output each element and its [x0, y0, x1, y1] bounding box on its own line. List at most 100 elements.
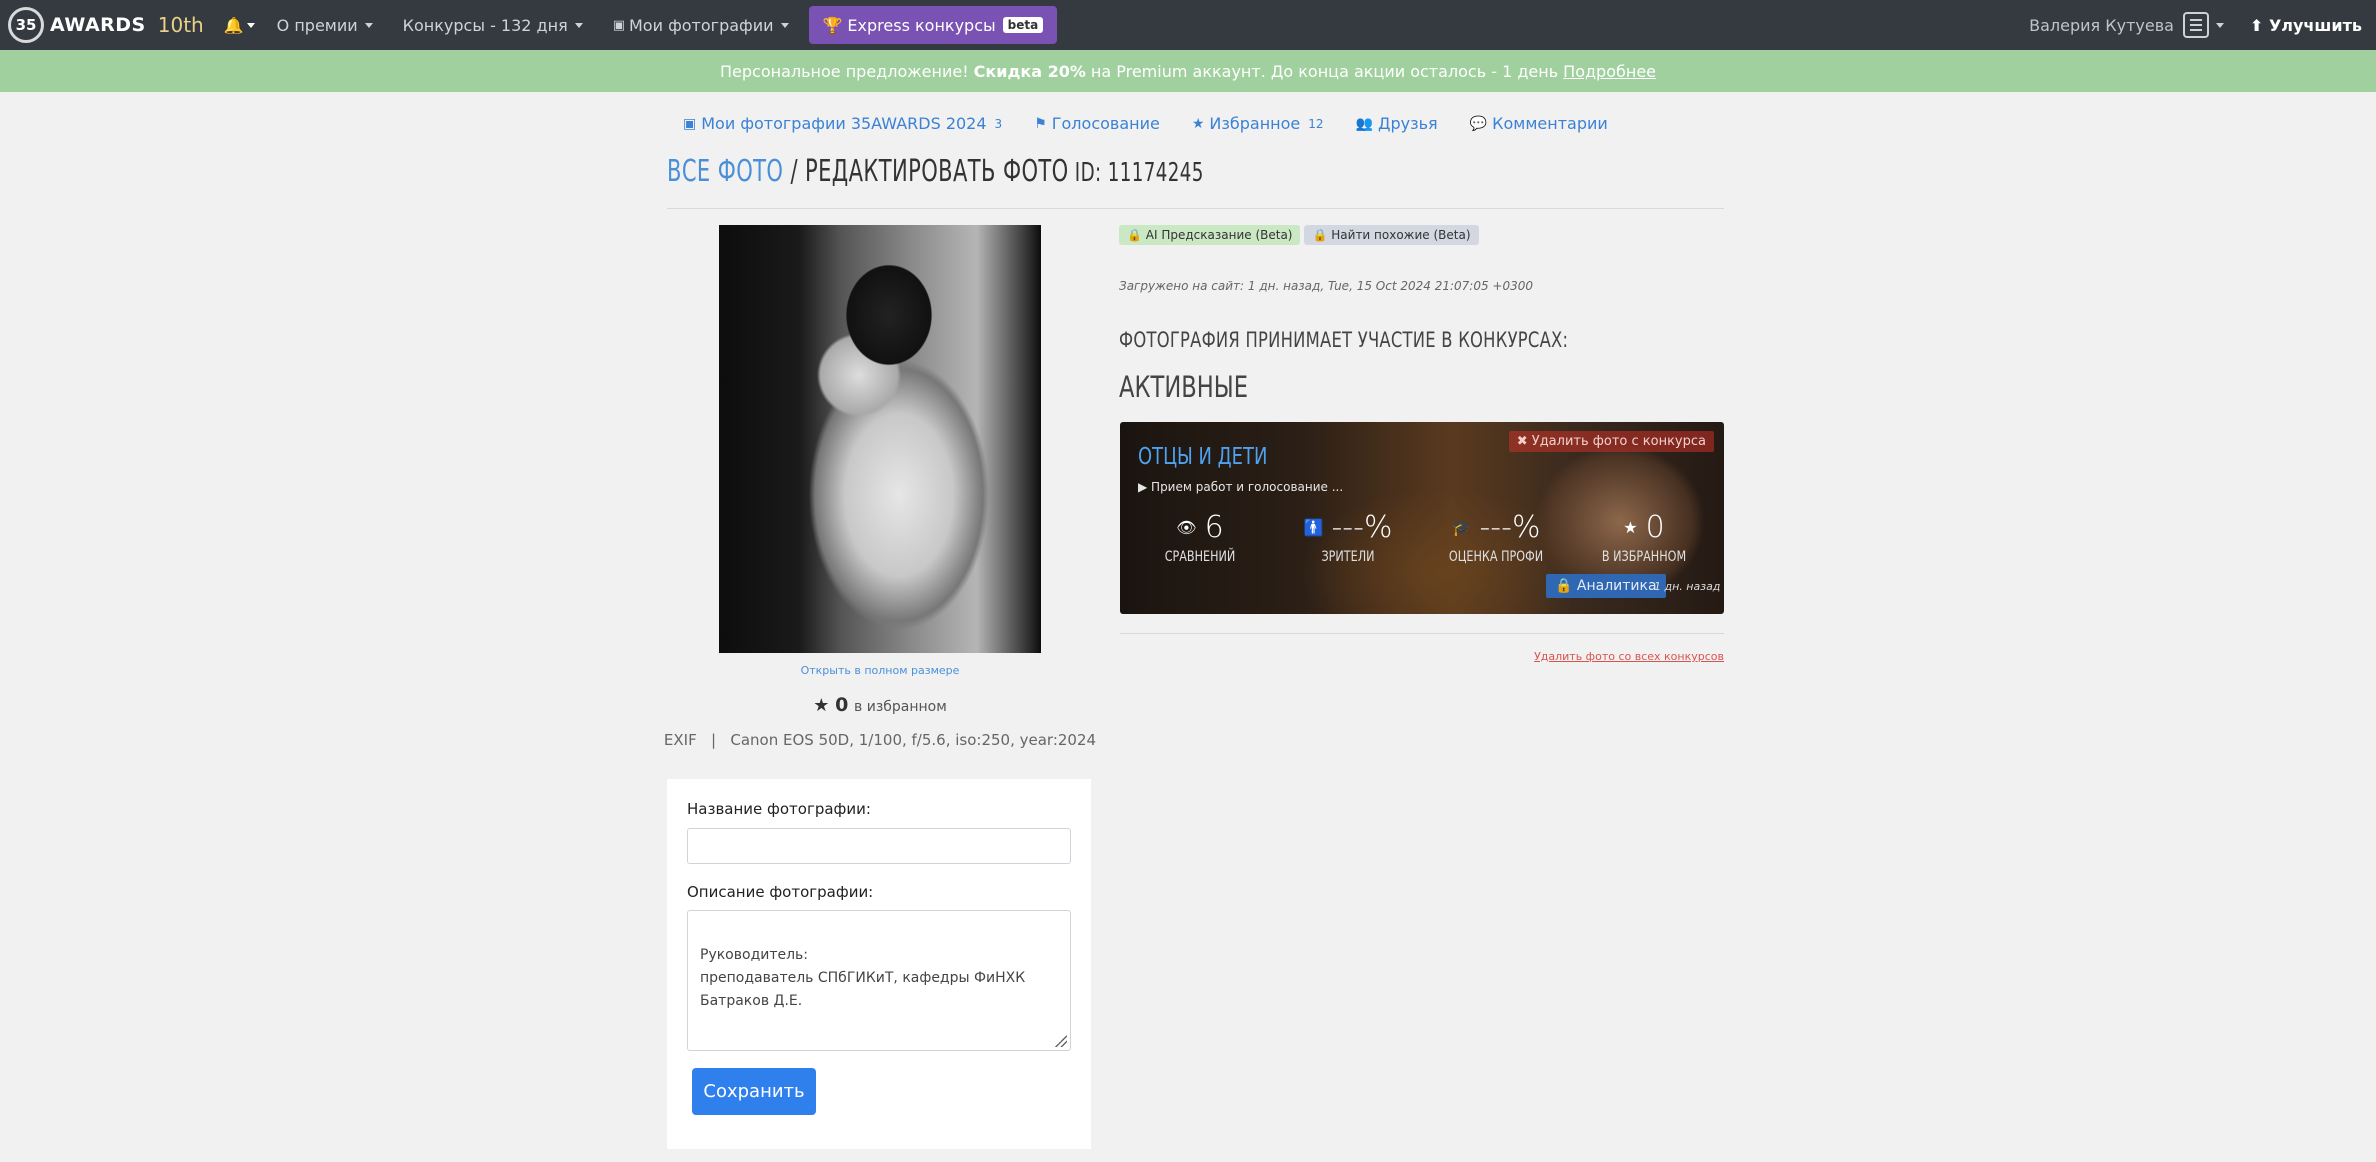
find-similar-badge[interactable]: 🔒 Найти похожие (Beta): [1304, 225, 1479, 245]
subnav-favorites-count: 12: [1308, 116, 1324, 131]
photo-preview[interactable]: [719, 225, 1041, 653]
contest-card[interactable]: ОТЦЫ И ДЕТИ ▶ Прием работ и голосование …: [1120, 422, 1724, 614]
analytics-label: Аналитика: [1576, 578, 1657, 594]
name-label: Название фотографии:: [687, 800, 871, 818]
resize-handle-icon[interactable]: [1055, 1035, 1067, 1047]
contest-time-ago: 1 дн. назад: [1654, 580, 1721, 593]
page-title: ВСЕ ФОТО / РЕДАКТИРОВАТЬ ФОТО ID: 111742…: [667, 154, 1204, 189]
menu-about-label: О премии: [276, 15, 358, 35]
image-icon: ▣: [683, 115, 697, 132]
contest-status: ▶ Прием работ и голосование ...: [1138, 480, 1344, 494]
subnav-voting[interactable]: ⚑ Голосование: [1034, 114, 1160, 133]
favorites-count: ★ 0 в избранном: [719, 694, 1041, 716]
menu-my-photos[interactable]: ▣ Мои фотографии: [613, 16, 789, 35]
subnav-my-photos-label: Мои фотографии 35AWARDS 2024: [701, 114, 987, 133]
subnav-friends[interactable]: 👥 Друзья: [1356, 114, 1438, 133]
promo-details-link[interactable]: Подробнее: [1563, 62, 1656, 81]
hamburger-menu-icon[interactable]: [2182, 12, 2209, 38]
lock-icon: 🔒: [1312, 228, 1328, 242]
stat-label: СРАВНЕНИЙ: [1164, 549, 1236, 565]
favorites-value: 0: [835, 694, 849, 716]
star-icon: ★: [1191, 115, 1205, 132]
express-contests-button[interactable]: 🏆 Express конкурсы beta: [808, 6, 1058, 44]
star-icon: ★: [1623, 518, 1638, 537]
stat-label: В ИЗБРАННОМ: [1601, 549, 1687, 565]
user-name[interactable]: Валерия Кутуева: [2029, 16, 2174, 35]
users-icon: 👥: [1355, 115, 1373, 132]
remove-from-contest-label: Удалить фото с конкурса: [1531, 434, 1706, 449]
title-divider: [667, 208, 1724, 209]
promo-text-middle: на Premium аккаунт. До конца акции остал…: [1090, 61, 1559, 81]
star-icon: ★: [813, 695, 830, 716]
remove-from-all-contests-link[interactable]: Удалить фото со всех конкурсов: [1534, 650, 1724, 663]
brand-edition: 10th: [157, 13, 204, 37]
menu-my-photos-label: Мои фотографии: [629, 15, 774, 35]
subnav-friends-label: Друзья: [1377, 114, 1438, 133]
close-icon: ✖: [1516, 434, 1528, 449]
subnav-favorites[interactable]: ★ Избранное 12: [1192, 114, 1324, 133]
photo-description-textarea[interactable]: Руководитель: преподаватель СПбГИКиТ, ка…: [687, 910, 1071, 1051]
title-id-value: 11174245: [1101, 158, 1204, 188]
user-menu-caret[interactable]: [2215, 22, 2224, 28]
trophy-icon: 🏆: [822, 15, 843, 35]
subnav-comments-label: Комментарии: [1492, 114, 1608, 133]
title-id-label: ID:: [1068, 158, 1102, 188]
title-separator: /: [783, 154, 806, 189]
subnav-voting-label: Голосование: [1051, 114, 1160, 133]
stat-pro-rating: 🎓 ---% ОЦЕНКА ПРОФИ: [1426, 510, 1566, 565]
subnav-comments[interactable]: 💬 Комментарии: [1470, 114, 1608, 133]
eye-icon: 👁: [1176, 518, 1197, 537]
sub-navigation: ▣ Мои фотографии 35AWARDS 2024 3 ⚑ Голос…: [683, 114, 1640, 133]
graduation-cap-icon: 🎓: [1451, 518, 1472, 537]
promo-banner: Персональное предложение! Скидка 20% на …: [0, 50, 2376, 92]
stat-label: ОЦЕНКА ПРОФИ: [1448, 549, 1544, 565]
feature-badges: 🔒 AI Предсказание (Beta) 🔒 Найти похожие…: [1119, 225, 1479, 245]
menu-contests[interactable]: Конкурсы - 132 дня: [403, 16, 583, 35]
express-label: Express конкурсы: [847, 15, 996, 35]
stat-favorites: ★ 0 В ИЗБРАННОМ: [1574, 510, 1714, 565]
remove-from-contest-button[interactable]: ✖ Удалить фото с конкурса: [1508, 431, 1714, 452]
title-edit: РЕДАКТИРОВАТЬ ФОТО: [805, 154, 1069, 189]
favorites-label: в избранном: [854, 699, 947, 715]
subnav-my-photos-count: 3: [994, 116, 1003, 131]
stat-value: ---%: [1479, 510, 1541, 545]
brand-name: AWARDS: [50, 14, 146, 36]
photo-name-input[interactable]: [687, 828, 1071, 864]
improve-label: Улучшить: [2268, 15, 2362, 35]
promo-discount: Скидка 20%: [973, 61, 1086, 81]
open-full-size-link[interactable]: Открыть в полном размере: [719, 664, 1041, 677]
navbar-right: Валерия Кутуева ⬆ Улучшить: [2029, 0, 2376, 50]
menu-about[interactable]: О премии: [277, 16, 373, 35]
save-button[interactable]: Сохранить: [692, 1068, 816, 1115]
description-label: Описание фотографии:: [687, 883, 874, 901]
flag-icon: ⚑: [1034, 115, 1047, 132]
subnav-my-photos[interactable]: ▣ Мои фотографии 35AWARDS 2024 3: [683, 114, 1002, 133]
ai-prediction-label: AI Предсказание (Beta): [1145, 228, 1293, 242]
find-similar-label: Найти похожие (Beta): [1331, 228, 1471, 242]
image-icon: ▣: [612, 17, 625, 33]
analytics-button[interactable]: 🔒 Аналитика: [1546, 574, 1666, 598]
lock-icon: 🔒: [1127, 228, 1142, 242]
lock-icon: 🔒: [1555, 578, 1573, 594]
notifications-bell-icon[interactable]: 🔔: [224, 16, 255, 35]
ai-prediction-badge[interactable]: 🔒 AI Предсказание (Beta): [1119, 225, 1301, 245]
contest-title[interactable]: ОТЦЫ И ДЕТИ: [1138, 444, 1267, 470]
comments-icon: 💬: [1469, 115, 1488, 132]
stat-value: ---%: [1331, 510, 1393, 545]
arrow-up-icon: ⬆: [2249, 15, 2264, 35]
active-contests-heading: АКТИВНЫЕ: [1119, 370, 1249, 404]
promo-text-before: Персональное предложение!: [719, 61, 969, 81]
person-icon: 🚹: [1303, 518, 1324, 537]
improve-button[interactable]: ⬆ Улучшить: [2250, 16, 2362, 35]
stat-value: 0: [1645, 510, 1665, 545]
brand[interactable]: 35 AWARDS 10th: [8, 7, 204, 43]
stat-viewers: 🚹 ---% ЗРИТЕЛИ: [1278, 510, 1418, 565]
exif-info: EXIF | Canon EOS 50D, 1/100, f/5.6, iso:…: [663, 731, 1097, 749]
photo-edit-form: Название фотографии: Описание фотографии…: [667, 779, 1091, 1149]
beta-badge: beta: [1002, 17, 1044, 33]
contests-heading: ФОТОГРАФИЯ ПРИНИМАЕТ УЧАСТИЕ В КОНКУРСАХ…: [1119, 328, 1569, 352]
subnav-favorites-label: Избранное: [1209, 114, 1301, 133]
all-photos-link[interactable]: ВСЕ ФОТО: [667, 154, 783, 189]
stat-value: 6: [1204, 510, 1224, 545]
contest-divider: [1120, 633, 1724, 634]
